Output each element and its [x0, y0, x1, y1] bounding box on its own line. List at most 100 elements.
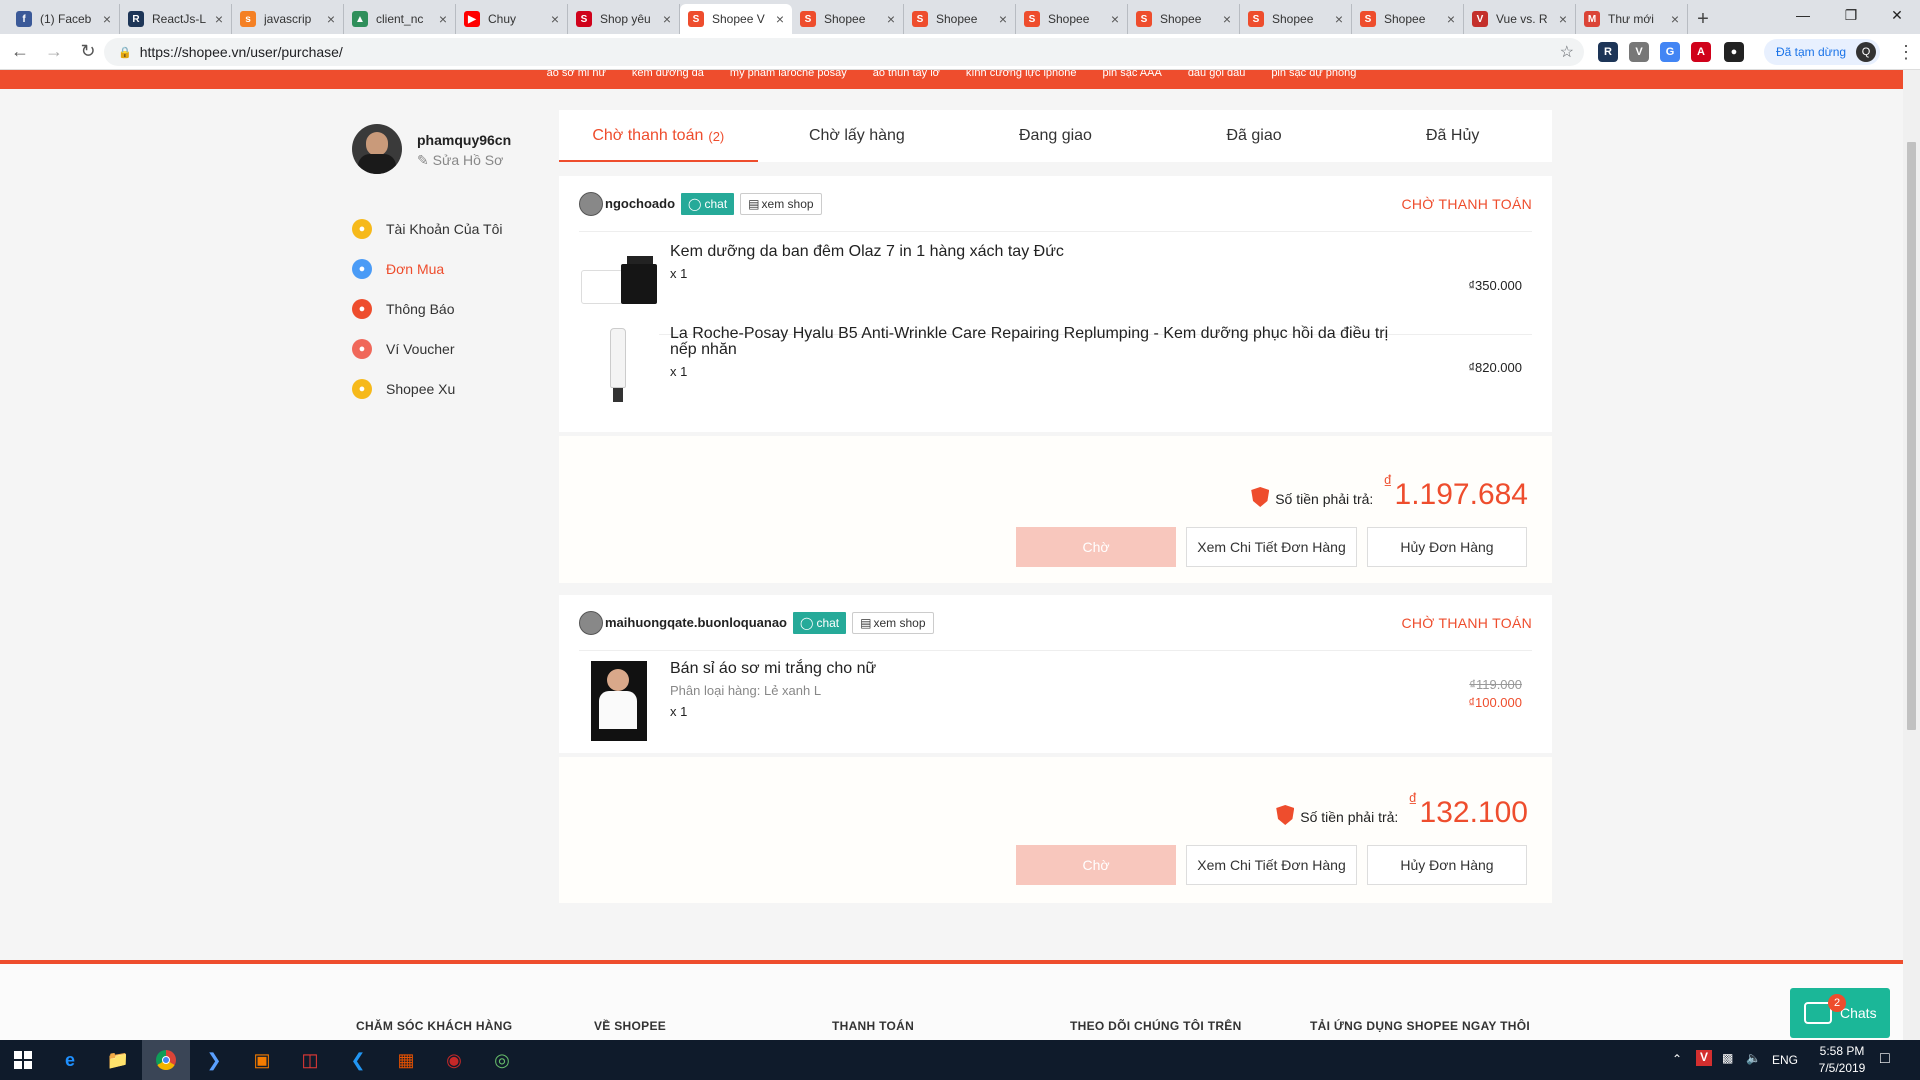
cancel-order-button[interactable]: Hủy Đơn Hàng	[1367, 527, 1527, 567]
view-shop-button[interactable]: ▤ xem shop	[740, 192, 822, 215]
tray-app-icon[interactable]: V	[1696, 1050, 1712, 1066]
network-icon[interactable]: ▩	[1722, 1051, 1733, 1065]
new-tab-button[interactable]: +	[1688, 4, 1718, 34]
file-explorer-icon[interactable]: 📁	[94, 1040, 142, 1080]
tab-close-icon[interactable]: ×	[439, 11, 447, 27]
cancel-order-button[interactable]: Hủy Đơn Hàng	[1367, 845, 1527, 885]
product-name[interactable]: La Roche-Posay Hyalu B5 Anti-Wrinkle Car…	[670, 326, 1390, 358]
language-indicator[interactable]: ENG	[1772, 1053, 1798, 1067]
tab-close-icon[interactable]: ×	[776, 11, 784, 27]
order-item[interactable]: La Roche-Posay Hyalu B5 Anti-Wrinkle Car…	[579, 316, 1532, 417]
windows-start-icon[interactable]	[0, 1040, 46, 1080]
user-avatar[interactable]	[352, 124, 402, 174]
browser-tab[interactable]: S Shopee ×	[792, 4, 904, 34]
order-detail-button[interactable]: Xem Chi Tiết Đơn Hàng	[1186, 527, 1357, 567]
powershell-icon[interactable]: ❯	[190, 1040, 238, 1080]
tab-close-icon[interactable]: ×	[999, 11, 1007, 27]
sidebar-item[interactable]: ● Tài Khoản Của Tôi	[352, 217, 502, 241]
browser-tab[interactable]: S Shop yêu ×	[568, 4, 680, 34]
browser-tab[interactable]: S Shopee V ×	[680, 4, 792, 34]
header-keyword-link[interactable]: pin sạc AAA	[1102, 70, 1161, 80]
address-bar[interactable]: 🔒 https://shopee.vn/user/purchase/ ☆	[104, 38, 1584, 66]
order-item[interactable]: Bán sỉ áo sơ mi trắng cho nữ Phân loại h…	[579, 651, 1532, 752]
order-tab[interactable]: Đang giao	[956, 110, 1155, 162]
edge-icon[interactable]: e	[46, 1040, 94, 1080]
wait-button[interactable]: Chờ	[1016, 845, 1176, 885]
page-scrollbar[interactable]	[1903, 70, 1920, 1040]
shop-avatar[interactable]	[579, 191, 603, 216]
product-name[interactable]: Kem dưỡng da ban đêm Olaz 7 in 1 hàng xá…	[670, 244, 1390, 260]
header-keyword-link[interactable]: kem dưỡng da	[632, 70, 704, 80]
browser-tab[interactable]: ▲ client_nc ×	[344, 4, 456, 34]
profile-paused-button[interactable]: Đã tạm dừng Q	[1764, 39, 1881, 65]
app-icon[interactable]: ◫	[286, 1040, 334, 1080]
wait-button[interactable]: Chờ	[1016, 527, 1176, 567]
xampp-icon[interactable]: ▣	[238, 1040, 286, 1080]
chat-button[interactable]: ◯ chat	[793, 611, 847, 634]
sidebar-item[interactable]: ● Ví Voucher	[352, 337, 455, 361]
chrome-icon[interactable]	[142, 1040, 190, 1080]
order-tab[interactable]: Chờ lấy hàng	[758, 110, 957, 162]
tab-close-icon[interactable]: ×	[103, 11, 111, 27]
tab-close-icon[interactable]: ×	[1111, 11, 1119, 27]
order-tab[interactable]: Đã giao	[1155, 110, 1354, 162]
sidebar-item[interactable]: ● Thông Báo	[352, 297, 455, 321]
shop-name[interactable]: maihuongqate.buonloquanao	[605, 615, 787, 630]
edit-profile-link[interactable]: ✎ Sửa Hồ Sơ	[417, 152, 503, 169]
action-center-icon[interactable]: □	[1880, 1050, 1890, 1068]
vue-extension-icon[interactable]: V	[1629, 42, 1649, 62]
extension-icon[interactable]: ●	[1724, 42, 1744, 62]
winrar-icon[interactable]: ▦	[382, 1040, 430, 1080]
browser-tab[interactable]: S Shopee ×	[904, 4, 1016, 34]
product-name[interactable]: Bán sỉ áo sơ mi trắng cho nữ	[670, 661, 1390, 677]
shop-name[interactable]: ngochoado	[605, 196, 675, 211]
react-devtools-extension-icon[interactable]: R	[1598, 42, 1618, 62]
browser-tab[interactable]: R ReactJs-L ×	[120, 4, 232, 34]
header-keyword-link[interactable]: mỹ phẩm laroche posay	[730, 70, 847, 80]
sidebar-item[interactable]: ● Đơn Mua	[352, 257, 444, 281]
minimize-button[interactable]: —	[1780, 0, 1826, 30]
product-image[interactable]	[579, 244, 659, 324]
close-window-button[interactable]: ✕	[1874, 0, 1920, 30]
order-tab[interactable]: Đã Hủy	[1353, 110, 1552, 162]
browser-tab[interactable]: S Shopee ×	[1240, 4, 1352, 34]
tab-close-icon[interactable]: ×	[551, 11, 559, 27]
header-keyword-link[interactable]: dầu gội đầu	[1188, 70, 1246, 80]
tab-close-icon[interactable]: ×	[1671, 11, 1679, 27]
tab-close-icon[interactable]: ×	[1447, 11, 1455, 27]
product-image[interactable]	[579, 661, 659, 741]
order-detail-button[interactable]: Xem Chi Tiết Đơn Hàng	[1186, 845, 1357, 885]
view-shop-button[interactable]: ▤ xem shop	[852, 611, 934, 634]
header-keyword-link[interactable]: áo thun tay lỡ	[873, 70, 940, 80]
product-image[interactable]	[579, 326, 659, 406]
tab-close-icon[interactable]: ×	[663, 11, 671, 27]
reload-button[interactable]: ↻	[74, 38, 102, 66]
browser-tab[interactable]: M Thư mới ×	[1576, 4, 1688, 34]
forward-button[interactable]: →	[40, 38, 68, 66]
tab-close-icon[interactable]: ×	[215, 11, 223, 27]
volume-icon[interactable]: 🔈	[1746, 1051, 1761, 1065]
tray-chevron-icon[interactable]: ⌃	[1672, 1052, 1682, 1066]
translate-extension-icon[interactable]: G	[1660, 42, 1680, 62]
tab-close-icon[interactable]: ×	[327, 11, 335, 27]
clock[interactable]: 5:58 PM 7/5/2019	[1812, 1044, 1872, 1075]
browser-tab[interactable]: f (1) Faceb ×	[8, 4, 120, 34]
restore-button[interactable]: ❐	[1828, 0, 1874, 30]
browser-tab[interactable]: S Shopee ×	[1128, 4, 1240, 34]
tab-close-icon[interactable]: ×	[887, 11, 895, 27]
header-keyword-link[interactable]: kính cường lực iphone	[966, 70, 1077, 80]
game-icon[interactable]: ◉	[430, 1040, 478, 1080]
browser-tab[interactable]: V Vue vs. R ×	[1464, 4, 1576, 34]
bookmark-star-icon[interactable]: ☆	[1560, 42, 1574, 62]
tab-close-icon[interactable]: ×	[1335, 11, 1343, 27]
browser-tab[interactable]: ▶ Chuy ×	[456, 4, 568, 34]
header-keyword-link[interactable]: pin sạc dự phòng	[1271, 70, 1356, 80]
vscode-icon[interactable]: ❮	[334, 1040, 382, 1080]
scrollbar-thumb[interactable]	[1907, 142, 1916, 730]
chat-widget-button[interactable]: 2 Chats	[1790, 988, 1890, 1038]
sidebar-item[interactable]: ● Shopee Xu	[352, 377, 455, 401]
back-button[interactable]: ←	[6, 38, 34, 66]
shop-avatar[interactable]	[579, 610, 603, 635]
order-tab[interactable]: Chờ thanh toán (2)	[559, 110, 758, 162]
adblock-extension-icon[interactable]: A	[1691, 42, 1711, 62]
